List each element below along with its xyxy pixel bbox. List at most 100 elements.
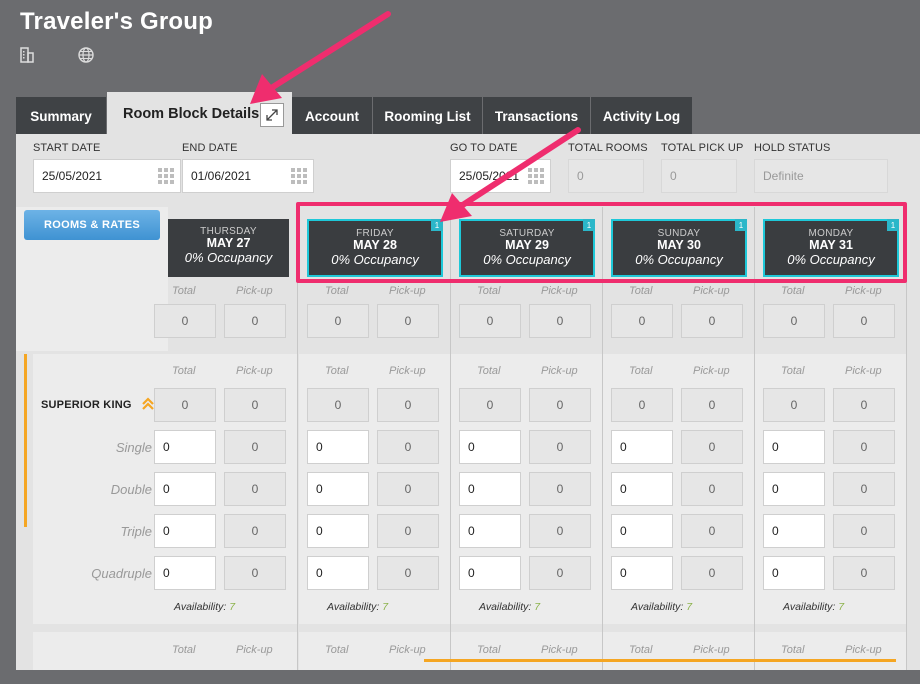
day-pickup-field: 0 bbox=[224, 304, 286, 338]
total-pickup-label: TOTAL PICK UP bbox=[661, 142, 744, 154]
total-pickup-field: 0 bbox=[661, 159, 737, 193]
popout-icon[interactable] bbox=[260, 103, 284, 127]
availability-text: Availability: 7 bbox=[327, 601, 389, 613]
availability-text: Availability: 7 bbox=[631, 601, 693, 613]
occupancy-input[interactable]: 0 bbox=[611, 430, 673, 464]
room-pickup-field: 0 bbox=[224, 388, 286, 422]
occupancy-pickup-field: 0 bbox=[224, 430, 286, 464]
occupancy-input[interactable]: 0 bbox=[307, 556, 369, 590]
occupancy-input[interactable]: 0 bbox=[154, 430, 216, 464]
day-pickup-field: 0 bbox=[377, 304, 439, 338]
tab-summary[interactable]: Summary bbox=[16, 97, 106, 135]
day-total-field: 0 bbox=[154, 304, 216, 338]
room-type-accent-bar bbox=[24, 354, 27, 527]
building-icon[interactable] bbox=[18, 46, 38, 66]
day-pickup-field: 0 bbox=[529, 304, 591, 338]
occupancy-pickup-field: 0 bbox=[377, 514, 439, 548]
occupancy-input[interactable]: 0 bbox=[763, 472, 825, 506]
availability-text: Availability: 7 bbox=[479, 601, 541, 613]
availability-text: Availability: 7 bbox=[174, 601, 236, 613]
occupancy-input[interactable]: 0 bbox=[459, 514, 521, 548]
total-subheader: Total bbox=[477, 644, 501, 656]
occupancy-input[interactable]: 0 bbox=[154, 472, 216, 506]
occupancy-pickup-field: 0 bbox=[833, 514, 895, 548]
occupancy-input[interactable]: 0 bbox=[611, 514, 673, 548]
calendar-icon[interactable] bbox=[291, 168, 307, 184]
total-subheader: Total bbox=[781, 285, 805, 297]
pickup-subheader: Pick-up bbox=[693, 285, 730, 297]
occupancy-pickup-field: 0 bbox=[377, 472, 439, 506]
total-subheader: Total bbox=[172, 365, 196, 377]
total-subheader: Total bbox=[325, 644, 349, 656]
occupancy-pickup-field: 0 bbox=[529, 430, 591, 464]
occupancy-input[interactable]: 0 bbox=[154, 514, 216, 548]
room-total-field: 0 bbox=[307, 388, 369, 422]
end-date-label: END DATE bbox=[182, 142, 238, 154]
tab-activity-log[interactable]: Activity Log bbox=[591, 97, 692, 135]
total-subheader: Total bbox=[325, 285, 349, 297]
go-to-date-label: GO TO DATE bbox=[450, 142, 518, 154]
occupancy-pickup-field: 0 bbox=[224, 514, 286, 548]
pickup-subheader: Pick-up bbox=[693, 365, 730, 377]
occupancy-input[interactable]: 0 bbox=[459, 472, 521, 506]
start-date-field[interactable]: 25/05/2021 bbox=[33, 159, 181, 193]
tab-transactions[interactable]: Transactions bbox=[483, 97, 590, 135]
occupancy-pickup-field: 0 bbox=[681, 430, 743, 464]
room-total-field: 0 bbox=[154, 388, 216, 422]
occupancy-pickup-field: 0 bbox=[681, 514, 743, 548]
tab-room-block-details[interactable]: Room Block Details bbox=[107, 92, 292, 135]
day-header[interactable]: THURSDAY MAY 27 0% Occupancy bbox=[168, 219, 289, 277]
pickup-subheader: Pick-up bbox=[541, 365, 578, 377]
occupancy-input[interactable]: 0 bbox=[763, 556, 825, 590]
occupancy-input[interactable]: 0 bbox=[763, 430, 825, 464]
day-pickup-field: 0 bbox=[681, 304, 743, 338]
occupancy-input[interactable]: 0 bbox=[459, 556, 521, 590]
occupancy-input[interactable]: 0 bbox=[154, 556, 216, 590]
go-to-date-field[interactable]: 25/05/2021 bbox=[450, 159, 551, 193]
pickup-subheader: Pick-up bbox=[236, 644, 273, 656]
occupancy-input[interactable]: 0 bbox=[611, 472, 673, 506]
next-block-bg bbox=[755, 632, 906, 670]
calendar-icon[interactable] bbox=[158, 168, 174, 184]
page-title: Traveler's Group bbox=[20, 8, 213, 35]
total-subheader: Total bbox=[477, 365, 501, 377]
occupancy-pickup-field: 0 bbox=[529, 514, 591, 548]
occupancy-input[interactable]: 0 bbox=[307, 514, 369, 548]
occupancy-pickup-field: 0 bbox=[529, 472, 591, 506]
pickup-subheader: Pick-up bbox=[236, 285, 273, 297]
row-label-quadruple: Quadruple bbox=[91, 566, 152, 581]
occupancy-input[interactable]: 0 bbox=[611, 556, 673, 590]
end-date-field[interactable]: 01/06/2021 bbox=[182, 159, 314, 193]
row-label-triple: Triple bbox=[120, 524, 152, 539]
pickup-subheader: Pick-up bbox=[845, 285, 882, 297]
day-pickup-field: 0 bbox=[833, 304, 895, 338]
total-subheader: Total bbox=[325, 365, 349, 377]
next-room-type-block bbox=[33, 632, 168, 670]
pickup-subheader: Pick-up bbox=[541, 285, 578, 297]
total-rooms-field: 0 bbox=[568, 159, 644, 193]
occupancy-pickup-field: 0 bbox=[377, 556, 439, 590]
tab-account[interactable]: Account bbox=[292, 97, 372, 135]
rooms-rates-button[interactable]: ROOMS & RATES bbox=[24, 210, 160, 240]
globe-icon[interactable] bbox=[77, 46, 97, 66]
occupancy-input[interactable]: 0 bbox=[763, 514, 825, 548]
pickup-subheader: Pick-up bbox=[845, 365, 882, 377]
pickup-subheader: Pick-up bbox=[541, 644, 578, 656]
pickup-subheader: Pick-up bbox=[389, 644, 426, 656]
occupancy-input[interactable]: 0 bbox=[307, 472, 369, 506]
occupancy-input[interactable]: 0 bbox=[307, 430, 369, 464]
day-column: THURSDAY MAY 27 0% Occupancy Total Pick-u… bbox=[154, 207, 298, 670]
collapse-chevron-icon[interactable] bbox=[141, 397, 155, 416]
occupancy-input[interactable]: 0 bbox=[459, 430, 521, 464]
room-pickup-field: 0 bbox=[377, 388, 439, 422]
highlight-box bbox=[296, 202, 907, 283]
room-pickup-field: 0 bbox=[833, 388, 895, 422]
calendar-icon[interactable] bbox=[528, 168, 544, 184]
tab-rooming-list[interactable]: Rooming List bbox=[373, 97, 482, 135]
occupancy-pickup-field: 0 bbox=[681, 556, 743, 590]
next-block-bg bbox=[451, 632, 602, 670]
occupancy-pickup-field: 0 bbox=[833, 556, 895, 590]
row-label-single: Single bbox=[115, 440, 152, 455]
occupancy-pickup-field: 0 bbox=[377, 430, 439, 464]
total-subheader: Total bbox=[781, 644, 805, 656]
